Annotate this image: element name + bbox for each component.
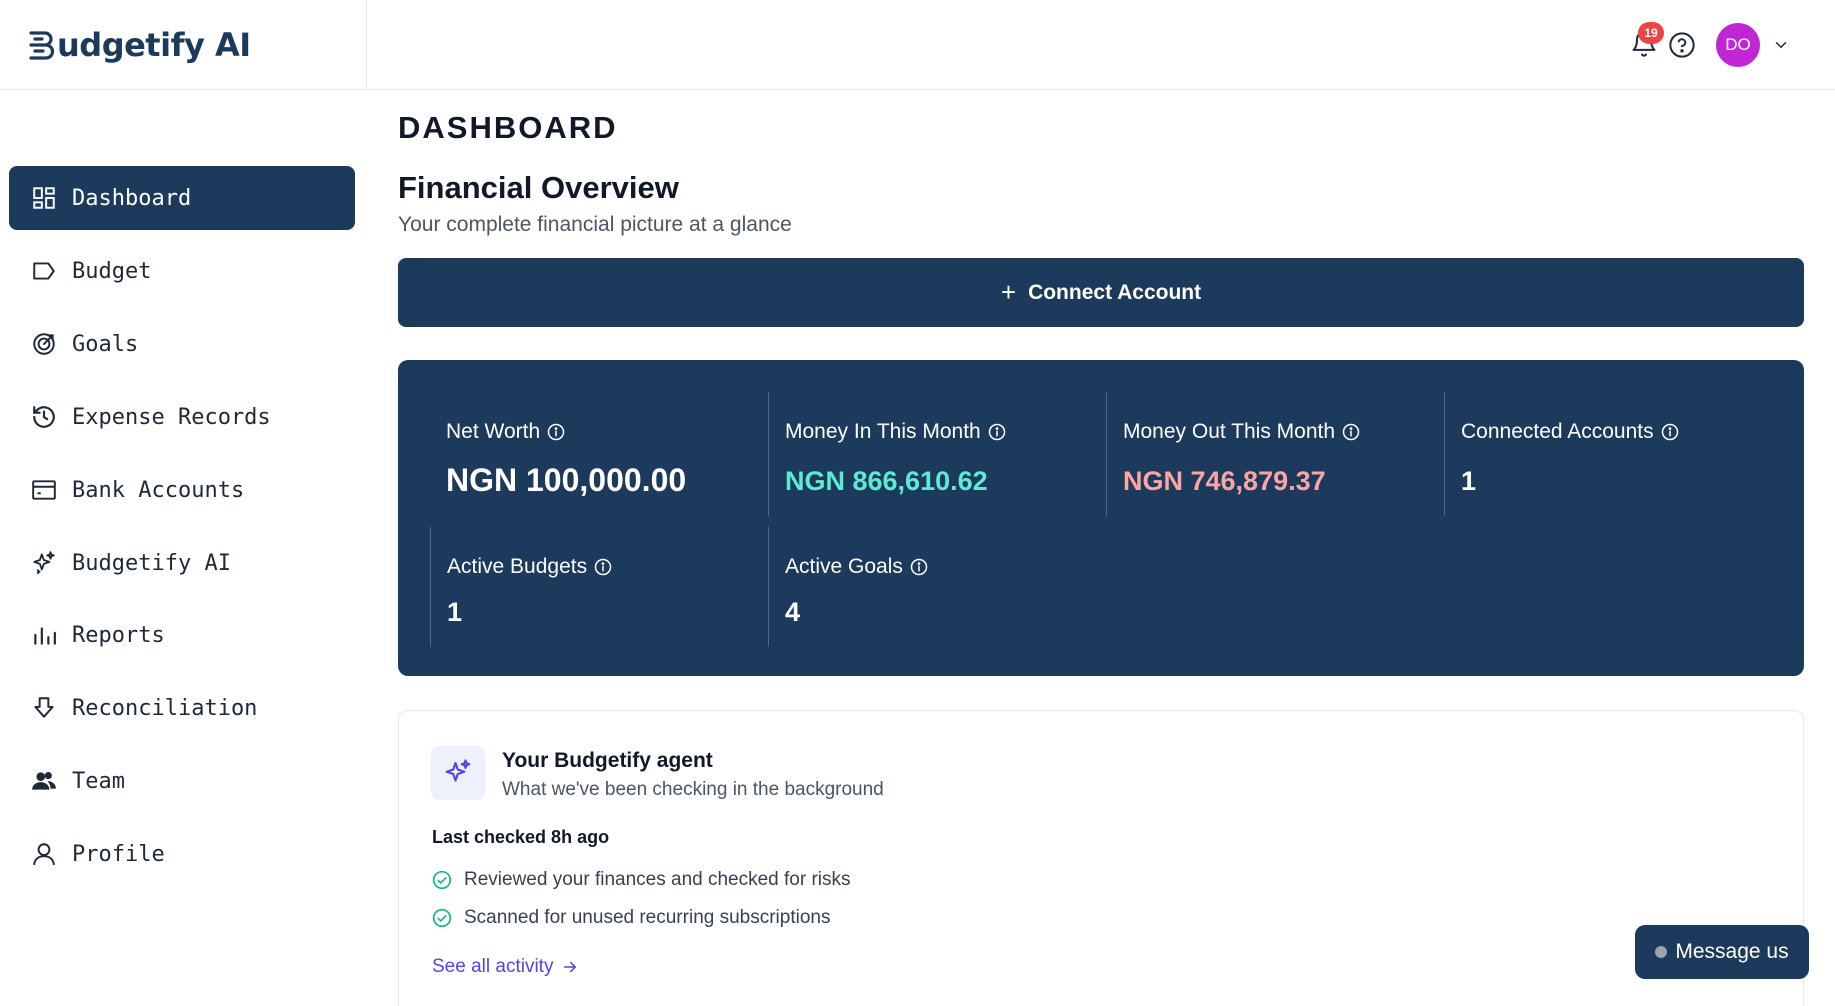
- check-circle-icon: [432, 908, 452, 928]
- sidebar-item-reconciliation[interactable]: Reconciliation: [9, 676, 355, 740]
- stat-label: Net Worth: [446, 420, 541, 443]
- stat-active-budgets: Active Budgets 1: [430, 527, 768, 647]
- avatar[interactable]: DO: [1716, 23, 1760, 67]
- brand-name: udgetify AI: [57, 25, 251, 64]
- check-item-text: Scanned for unused recurring subscriptio…: [464, 907, 831, 928]
- check-circle-icon: [432, 870, 452, 890]
- stat-value: NGN 100,000.00: [446, 462, 687, 498]
- history-icon: [33, 406, 55, 428]
- info-icon[interactable]: [547, 423, 565, 441]
- plus-icon: +: [1000, 277, 1017, 307]
- agent-sparkle-icon: [431, 746, 485, 800]
- stat-value: 1: [447, 597, 463, 627]
- sidebar: Dashboard Budget Goals Expense Records B…: [0, 90, 367, 1006]
- help-icon[interactable]: [1668, 31, 1696, 59]
- stat-label: Money In This Month: [785, 420, 981, 443]
- sidebar-item-label: Profile: [72, 841, 165, 867]
- team-icon: [32, 772, 56, 790]
- sidebar-item-expense-records[interactable]: Expense Records: [9, 385, 355, 449]
- stat-label: Connected Accounts: [1461, 420, 1654, 443]
- agent-subtitle: What we've been checking in the backgrou…: [502, 779, 884, 800]
- stat-label: Active Budgets: [447, 555, 588, 578]
- stat-value: NGN 866,610.62: [785, 466, 988, 496]
- sidebar-item-budget[interactable]: Budget: [9, 239, 355, 303]
- chevron-down-icon[interactable]: [1772, 36, 1790, 54]
- stat-label: Money Out This Month: [1123, 420, 1336, 443]
- sidebar-item-label: Reconciliation: [72, 695, 258, 721]
- sidebar-item-team[interactable]: Team: [9, 749, 355, 813]
- tag-icon: [33, 262, 55, 280]
- check-item-text: Reviewed your finances and checked for r…: [464, 869, 851, 890]
- message-us-label: Message us: [1675, 940, 1789, 963]
- connect-account-button[interactable]: + Connect Account: [398, 258, 1804, 327]
- connect-account-label: Connect Account: [1028, 280, 1202, 304]
- info-icon[interactable]: [1342, 423, 1360, 441]
- stat-money-in: Money In This Month NGN 866,610.62: [768, 392, 1106, 516]
- stats-panel: Net Worth NGN 100,000.00 Money In This M…: [398, 360, 1804, 676]
- info-icon[interactable]: [988, 423, 1006, 441]
- sidebar-item-label: Team: [72, 768, 125, 794]
- sidebar-item-label: Dashboard: [72, 185, 192, 211]
- page-title: DASHBOARD: [398, 110, 618, 145]
- brand-logo[interactable]: udgetify AI: [29, 26, 251, 64]
- check-item: Scanned for unused recurring subscriptio…: [432, 907, 830, 929]
- info-icon[interactable]: [1661, 423, 1679, 441]
- stat-net-worth: Net Worth NGN 100,000.00: [430, 392, 768, 516]
- see-all-activity-link[interactable]: See all activity: [432, 956, 579, 978]
- stat-value: NGN 746,879.37: [1123, 466, 1326, 496]
- message-us-button[interactable]: Message us: [1635, 925, 1809, 979]
- grid-icon: [33, 187, 55, 209]
- sidebar-item-reports[interactable]: Reports: [9, 603, 355, 667]
- sidebar-item-label: Budget: [72, 258, 152, 284]
- stat-value: 4: [785, 597, 801, 627]
- stat-connected-accounts: Connected Accounts 1: [1444, 392, 1782, 516]
- sidebar-item-budgetify-ai[interactable]: Budgetify AI: [9, 531, 355, 595]
- user-icon: [33, 843, 55, 865]
- sidebar-item-dashboard[interactable]: Dashboard: [9, 166, 355, 230]
- sidebar-item-label: Budgetify AI: [72, 550, 231, 576]
- sidebar-item-goals[interactable]: Goals: [9, 312, 355, 376]
- sidebar-item-label: Goals: [72, 331, 139, 357]
- stat-money-out: Money Out This Month NGN 746,879.37: [1106, 392, 1444, 516]
- info-icon[interactable]: [910, 558, 928, 576]
- top-bar: [367, 0, 1835, 90]
- status-dot-icon: [1655, 946, 1668, 958]
- logo-b-icon: [29, 30, 55, 60]
- sidebar-item-profile[interactable]: Profile: [9, 822, 355, 886]
- sparkle-icon: [33, 551, 55, 575]
- stat-active-goals: Active Goals 4: [768, 527, 1106, 647]
- last-checked-text: Last checked 8h ago: [432, 827, 610, 847]
- card-icon: [32, 480, 56, 500]
- arrow-right-icon: [564, 961, 577, 973]
- notification-badge: 19: [1638, 22, 1664, 44]
- see-all-label: See all activity: [432, 956, 554, 977]
- info-icon[interactable]: [594, 558, 612, 576]
- check-item: Reviewed your finances and checked for r…: [432, 869, 851, 891]
- agent-card: Your Budgetify agent What we've been che…: [398, 710, 1804, 1006]
- sidebar-item-label: Reports: [72, 622, 165, 648]
- stat-label: Active Goals: [785, 555, 903, 578]
- arrow-down-box-icon: [34, 697, 54, 718]
- logo-area: udgetify AI: [0, 0, 367, 90]
- stat-value: 1: [1461, 466, 1477, 496]
- sidebar-item-label: Expense Records: [72, 404, 271, 430]
- target-icon: [33, 333, 55, 355]
- agent-title: Your Budgetify agent: [502, 749, 713, 772]
- sidebar-item-bank-accounts[interactable]: Bank Accounts: [9, 458, 355, 522]
- sidebar-item-label: Bank Accounts: [72, 477, 245, 503]
- section-title: Financial Overview: [398, 170, 679, 205]
- bar-chart-icon: [34, 627, 56, 645]
- section-subtitle: Your complete financial picture at a gla…: [398, 213, 792, 236]
